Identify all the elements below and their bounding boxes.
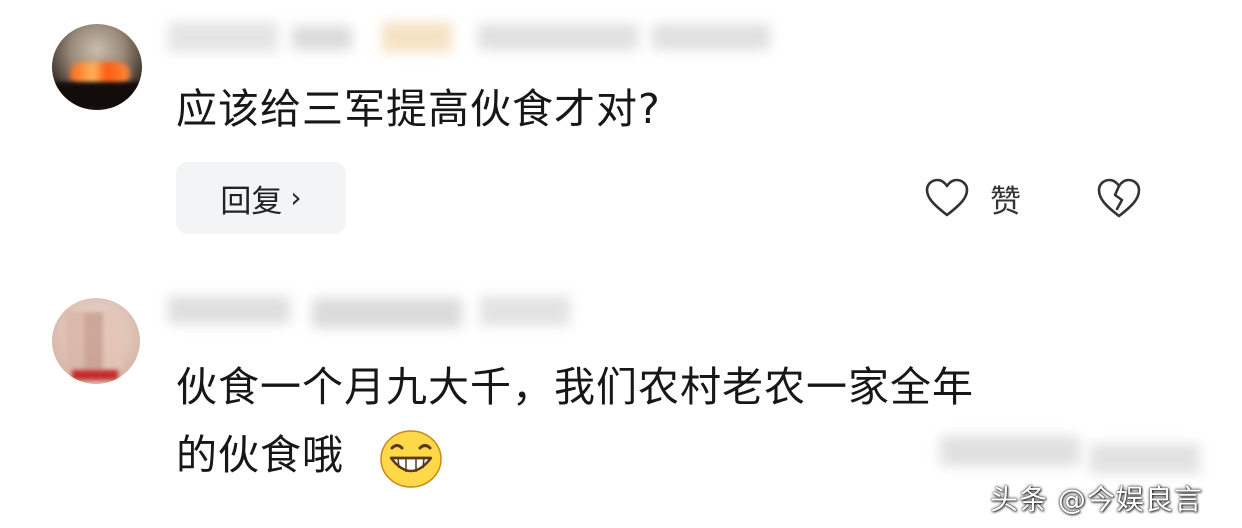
comment-text-line-2: 的伙食哦 [176, 431, 344, 479]
reply-button[interactable]: 回复 › [176, 162, 346, 234]
comment-section: 应该给三军提高伙食才对? 回复 › 赞 伙食一个月九大千，我们农村老农一家全年 … [0, 0, 1242, 528]
avatar[interactable] [52, 24, 142, 110]
comment-text-line-1: 伙食一个月九大千，我们农村老农一家全年 [176, 363, 974, 411]
heart-outline-icon [925, 178, 969, 217]
grinning-face-emoji [380, 430, 442, 488]
avatar[interactable] [52, 298, 140, 384]
like-button[interactable]: 赞 [924, 172, 1021, 224]
reply-label: 回复 [220, 183, 283, 220]
broken-heart-icon [1097, 178, 1141, 218]
avatar-detail [66, 312, 122, 370]
comment-text: 应该给三军提高伙食才对? [176, 85, 661, 133]
chevron-right-icon: › [290, 180, 302, 214]
watermark: 头条 @今娱良言 [990, 483, 1203, 516]
like-label: 赞 [990, 183, 1021, 220]
avatar-detail [52, 82, 142, 110]
dislike-button[interactable] [1096, 176, 1142, 220]
avatar-detail [72, 370, 118, 380]
